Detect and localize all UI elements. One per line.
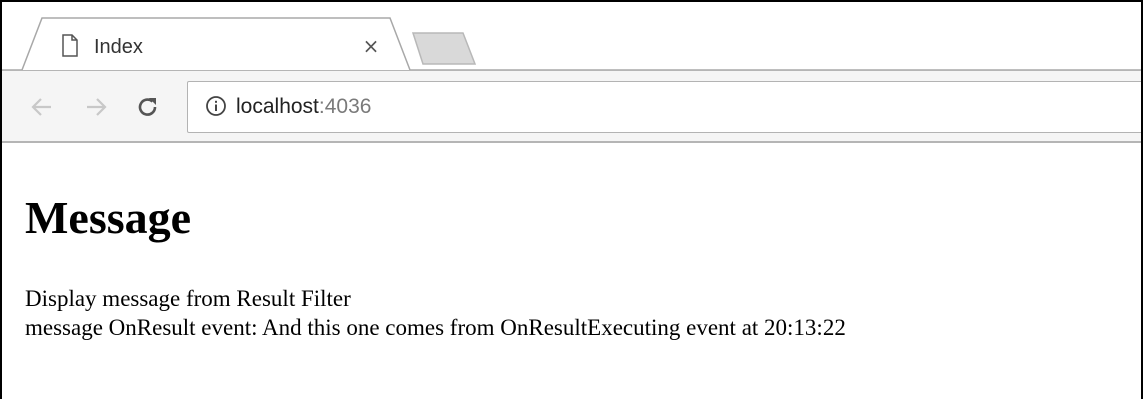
url-text[interactable]: localhost:4036 bbox=[236, 95, 371, 119]
arrow-left-icon[interactable] bbox=[30, 95, 54, 119]
tab-strip: Index × bbox=[2, 2, 1141, 72]
tab-title: Index bbox=[94, 36, 143, 58]
close-tab-icon[interactable]: × bbox=[359, 34, 383, 58]
new-tab-icon[interactable] bbox=[411, 32, 477, 66]
tab-shape bbox=[2, 17, 1141, 71]
browser-toolbar: localhost:4036 bbox=[2, 71, 1143, 143]
address-bar[interactable]: localhost:4036 bbox=[187, 81, 1143, 133]
url-host: localhost bbox=[236, 95, 319, 118]
page-title: Message bbox=[25, 192, 192, 243]
message-line: message OnResult event: And this one com… bbox=[25, 315, 846, 340]
message-line: Display message from Result Filter bbox=[25, 286, 351, 311]
page-icon bbox=[62, 34, 78, 57]
reload-icon[interactable] bbox=[136, 95, 160, 119]
url-port: :4036 bbox=[318, 95, 372, 118]
info-icon[interactable] bbox=[205, 95, 227, 117]
page-content: Message Display message from Result Filt… bbox=[25, 145, 1135, 342]
arrow-right-icon[interactable] bbox=[84, 95, 108, 119]
